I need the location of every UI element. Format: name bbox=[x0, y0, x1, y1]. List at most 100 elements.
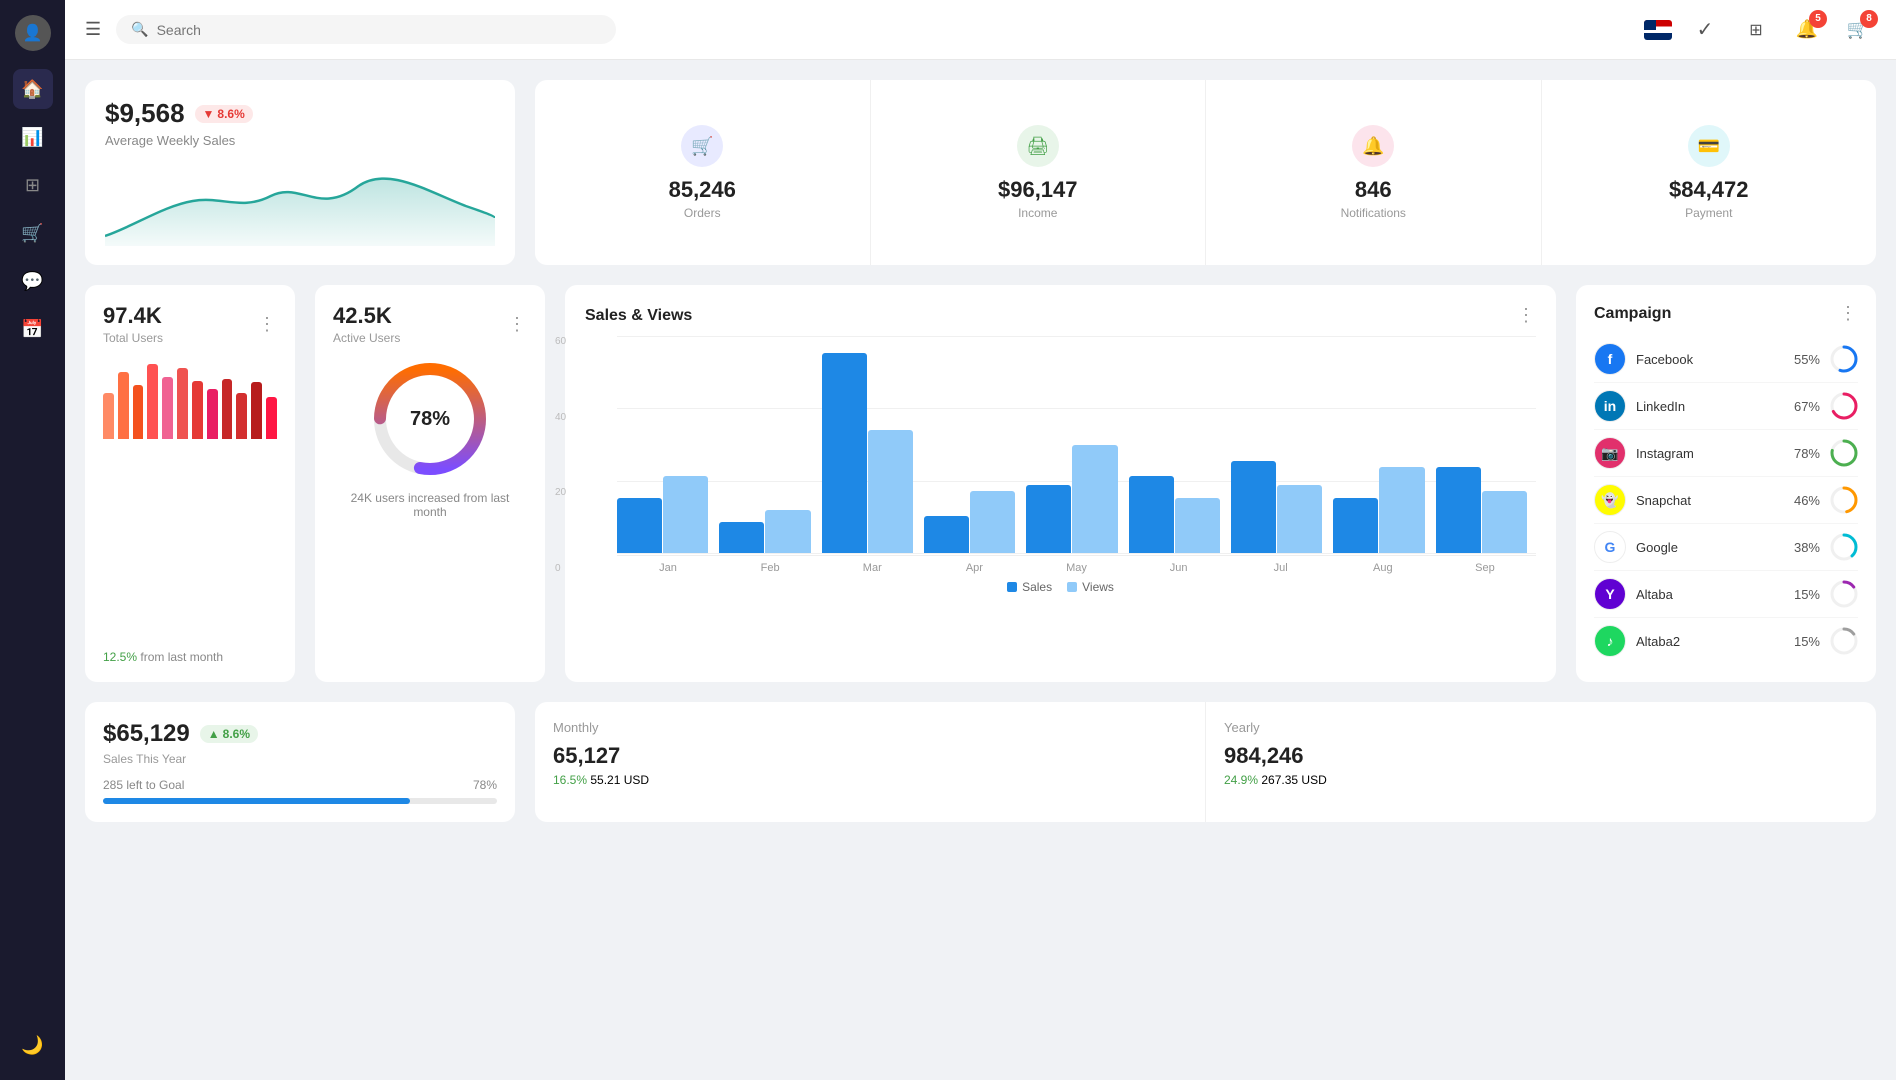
active-users-donut: 78% bbox=[333, 359, 527, 479]
campaign-row: ♪Altaba215% bbox=[1594, 618, 1858, 664]
main-content: ☰ 🔍 ✓ ⊞ 🔔 5 🛒 8 $9,568 bbox=[65, 0, 1896, 1080]
weekly-sales-label: Average Weekly Sales bbox=[105, 133, 495, 148]
goal-left-text: 285 left to Goal bbox=[103, 778, 184, 792]
users-bar bbox=[207, 389, 218, 439]
chart-x-label: May bbox=[1025, 562, 1127, 574]
sidebar-item-moon[interactable]: 🌙 bbox=[13, 1025, 53, 1065]
sales-views-bar-group bbox=[1333, 467, 1433, 553]
sales-year-card: $65,129 ▲ 8.6% Sales This Year 285 left … bbox=[85, 702, 515, 822]
notifications-label: Notifications bbox=[1341, 206, 1406, 220]
sales-bar bbox=[617, 498, 662, 553]
weekly-sales-card: $9,568 ▼ 8.6% Average Weekly Sales bbox=[85, 80, 515, 265]
monthly-value: 65,127 bbox=[553, 743, 1187, 769]
views-bar bbox=[663, 476, 708, 553]
campaign-row: fFacebook55% bbox=[1594, 336, 1858, 383]
sales-views-chart-container: 0 20 40 60 JanFebMarAprMayJunJulAugS bbox=[585, 336, 1536, 574]
views-bar bbox=[970, 491, 1015, 553]
chart-x-label: Apr bbox=[923, 562, 1025, 574]
total-users-label: Total Users bbox=[103, 331, 163, 345]
total-users-chart bbox=[103, 359, 277, 439]
payment-stat: 💳 $84,472 Payment bbox=[1542, 80, 1877, 265]
notifications-icon: 🔔 bbox=[1352, 125, 1394, 167]
campaign-donut bbox=[1830, 580, 1858, 608]
sidebar-item-chat[interactable]: 💬 bbox=[13, 261, 53, 301]
sidebar-item-grid[interactable]: ⊞ bbox=[13, 165, 53, 205]
yearly-sub: 24.9% 267.35 USD bbox=[1224, 773, 1858, 787]
search-input[interactable] bbox=[157, 22, 602, 38]
chart-x-label: Sep bbox=[1434, 562, 1536, 574]
progress-pct-text: 78% bbox=[473, 778, 497, 792]
sidebar-item-chart[interactable]: 📊 bbox=[13, 117, 53, 157]
sales-year-label: Sales This Year bbox=[103, 752, 497, 766]
campaign-donut bbox=[1830, 345, 1858, 373]
chart-x-labels: JanFebMarAprMayJunJulAugSep bbox=[617, 562, 1536, 574]
notification-button[interactable]: 🔔 5 bbox=[1789, 12, 1825, 48]
search-bar[interactable]: 🔍 bbox=[116, 15, 616, 44]
active-users-value: 42.5K bbox=[333, 303, 400, 329]
users-bar bbox=[177, 368, 188, 439]
sales-views-bar-group bbox=[1231, 461, 1331, 553]
users-bar bbox=[118, 372, 129, 439]
campaign-row: 📷Instagram78% bbox=[1594, 430, 1858, 477]
sales-bar bbox=[1129, 476, 1174, 553]
campaign-pct: 38% bbox=[1794, 540, 1820, 555]
sales-views-bar-group bbox=[822, 353, 922, 553]
sales-bar bbox=[1436, 467, 1481, 553]
stats-bottom-card: Monthly 65,127 16.5% 55.21 USD Yearly 98… bbox=[535, 702, 1876, 822]
chart-x-label: Jul bbox=[1230, 562, 1332, 574]
orders-stat: 🛒 85,246 Orders bbox=[535, 80, 871, 265]
campaign-logo: f bbox=[1594, 343, 1626, 375]
chart-x-label: Aug bbox=[1332, 562, 1434, 574]
campaign-row: 👻Snapchat46% bbox=[1594, 477, 1858, 524]
grid-button[interactable]: ⊞ bbox=[1738, 12, 1774, 48]
sales-views-menu[interactable]: ⋮ bbox=[1517, 305, 1536, 326]
cart-button[interactable]: 🛒 8 bbox=[1840, 12, 1876, 48]
sidebar: 👤 🏠 📊 ⊞ 🛒 💬 📅 🌙 bbox=[0, 0, 65, 1080]
weekly-sales-value: $9,568 bbox=[105, 98, 185, 129]
sidebar-item-calendar[interactable]: 📅 bbox=[13, 309, 53, 349]
sidebar-item-home[interactable]: 🏠 bbox=[13, 69, 53, 109]
yearly-value: 984,246 bbox=[1224, 743, 1858, 769]
legend-views: Views bbox=[1067, 580, 1114, 594]
views-bar bbox=[1175, 498, 1220, 553]
campaign-pct: 46% bbox=[1794, 493, 1820, 508]
payment-icon: 💳 bbox=[1688, 125, 1730, 167]
legend-sales: Sales bbox=[1007, 580, 1052, 594]
users-bar bbox=[222, 379, 233, 439]
checkmark-button[interactable]: ✓ bbox=[1687, 12, 1723, 48]
income-label: Income bbox=[1018, 206, 1057, 220]
menu-toggle-button[interactable]: ☰ bbox=[85, 19, 101, 40]
campaign-donut bbox=[1830, 486, 1858, 514]
active-users-menu[interactable]: ⋮ bbox=[508, 314, 527, 335]
avatar[interactable]: 👤 bbox=[15, 15, 51, 51]
chart-x-label: Mar bbox=[821, 562, 923, 574]
weekly-sales-badge: ▼ 8.6% bbox=[195, 105, 253, 123]
sales-views-bar-group bbox=[924, 491, 1024, 553]
sidebar-item-cart[interactable]: 🛒 bbox=[13, 213, 53, 253]
weekly-sales-chart bbox=[105, 156, 495, 246]
active-users-pct: 78% bbox=[410, 408, 450, 431]
payment-value: $84,472 bbox=[1669, 177, 1749, 203]
campaign-menu[interactable]: ⋮ bbox=[1839, 303, 1858, 324]
sales-year-value: $65,129 bbox=[103, 720, 190, 748]
campaign-card: Campaign ⋮ fFacebook55% inLinkedIn67% 📷I… bbox=[1576, 285, 1876, 682]
progress-bar-fill bbox=[103, 798, 410, 804]
sales-bar bbox=[1026, 485, 1071, 553]
flag-icon[interactable] bbox=[1644, 20, 1672, 40]
campaign-name: Altaba2 bbox=[1636, 634, 1794, 649]
chart-x-label: Jan bbox=[617, 562, 719, 574]
campaign-pct: 78% bbox=[1794, 446, 1820, 461]
notifications-stat: 🔔 846 Notifications bbox=[1206, 80, 1542, 265]
active-users-footer: 24K users increased from last month bbox=[333, 491, 527, 519]
total-users-menu[interactable]: ⋮ bbox=[258, 314, 277, 335]
views-bar bbox=[868, 430, 913, 553]
users-bar bbox=[133, 385, 144, 439]
users-bar bbox=[251, 382, 262, 439]
progress-bar-wrap bbox=[103, 798, 497, 804]
monthly-label: Monthly bbox=[553, 720, 1187, 735]
chart-x-label: Jun bbox=[1128, 562, 1230, 574]
yearly-stat: Yearly 984,246 24.9% 267.35 USD bbox=[1206, 702, 1876, 822]
chart-x-label: Feb bbox=[719, 562, 821, 574]
campaign-logo: Y bbox=[1594, 578, 1626, 610]
campaign-logo: 👻 bbox=[1594, 484, 1626, 516]
